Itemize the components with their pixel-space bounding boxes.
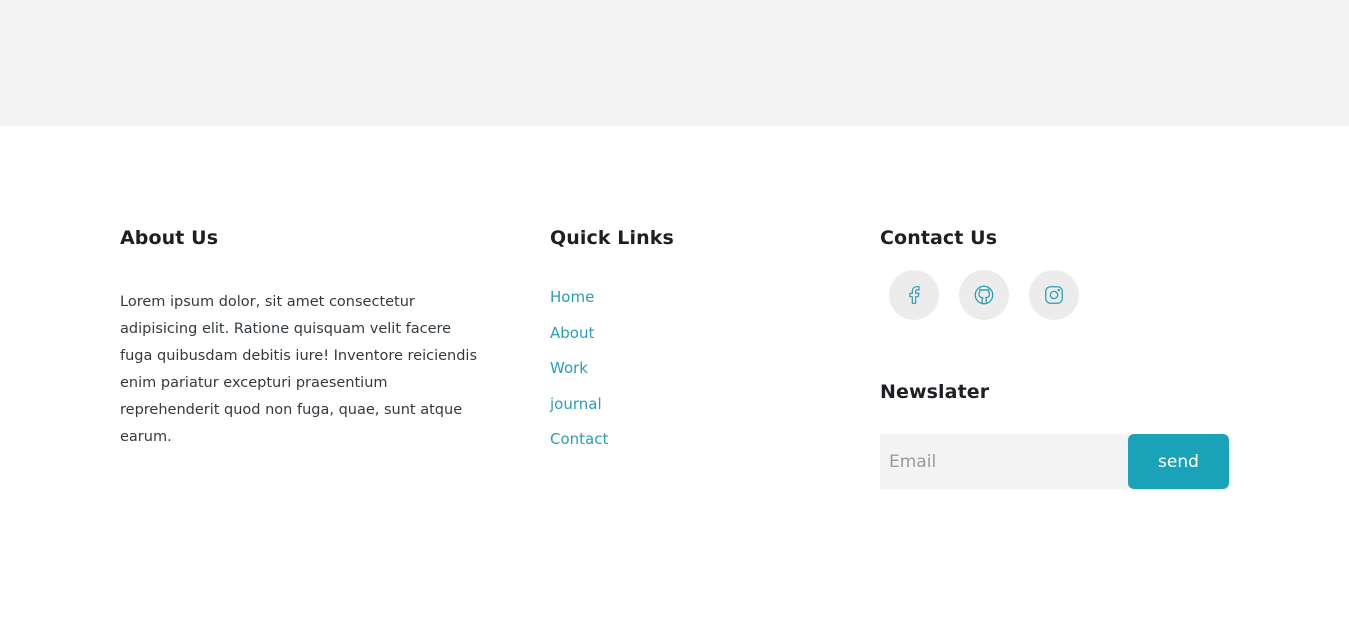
newsletter-form: send bbox=[880, 434, 1229, 489]
top-band bbox=[0, 0, 1349, 126]
list-item: journal bbox=[550, 393, 608, 429]
link-contact[interactable]: Contact bbox=[550, 430, 608, 448]
github-button[interactable] bbox=[959, 270, 1009, 320]
quick-links-list: Home About Work journal Contact bbox=[550, 286, 608, 464]
quick-links-section: Quick Links Home About Work journal Cont… bbox=[550, 222, 790, 448]
list-item: Work bbox=[550, 357, 608, 393]
instagram-button[interactable] bbox=[1029, 270, 1079, 320]
instagram-icon bbox=[1045, 286, 1063, 304]
list-item: Home bbox=[550, 286, 608, 322]
send-button[interactable]: send bbox=[1128, 434, 1229, 489]
about-title: About Us bbox=[120, 227, 219, 249]
email-input[interactable] bbox=[880, 434, 1129, 489]
facebook-icon bbox=[909, 286, 920, 304]
contact-title: Contact Us bbox=[880, 227, 998, 249]
contact-section: Contact Us Newslater send bbox=[880, 222, 1240, 489]
list-item: Contact bbox=[550, 428, 608, 464]
about-section: About Us Lorem ipsum dolor, sit amet con… bbox=[120, 222, 480, 451]
link-journal[interactable]: journal bbox=[550, 395, 602, 413]
facebook-button[interactable] bbox=[889, 270, 939, 320]
link-home[interactable]: Home bbox=[550, 288, 594, 306]
link-about[interactable]: About bbox=[550, 324, 594, 342]
about-text: Lorem ipsum dolor, sit amet consectetur … bbox=[120, 294, 478, 445]
social-links bbox=[889, 270, 1079, 320]
list-item: About bbox=[550, 322, 608, 358]
github-icon bbox=[974, 285, 994, 305]
quick-links-title: Quick Links bbox=[550, 227, 674, 249]
link-work[interactable]: Work bbox=[550, 359, 588, 377]
newsletter-title: Newslater bbox=[880, 381, 990, 403]
